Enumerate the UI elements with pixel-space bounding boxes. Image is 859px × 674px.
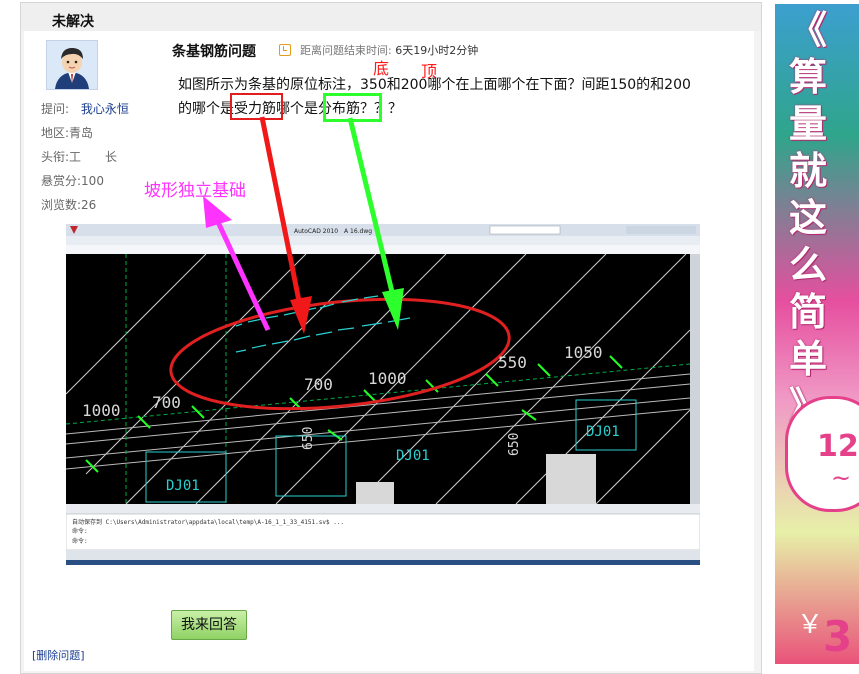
answer-button[interactable]: 我来回答	[171, 610, 247, 640]
banner-text: 《算量就这么简单》	[789, 7, 828, 428]
annotation-arrows	[203, 116, 404, 334]
red-arrow-head	[290, 296, 312, 334]
red-arrow	[259, 116, 303, 307]
banner-price: 3	[823, 612, 853, 661]
banner-number: 12	[817, 429, 859, 464]
ad-banner[interactable]: 《算量就这么简单》 12 ~ ￥ 3	[775, 4, 859, 664]
delete-question-link[interactable]: [删除问题]	[32, 647, 85, 663]
green-arrow	[347, 117, 396, 297]
banner-tilde: ~	[831, 464, 852, 492]
magenta-arrow	[215, 220, 271, 332]
green-arrow-head	[382, 288, 404, 330]
banner-yen: ￥	[797, 610, 824, 640]
magenta-arrow-head	[203, 196, 232, 228]
